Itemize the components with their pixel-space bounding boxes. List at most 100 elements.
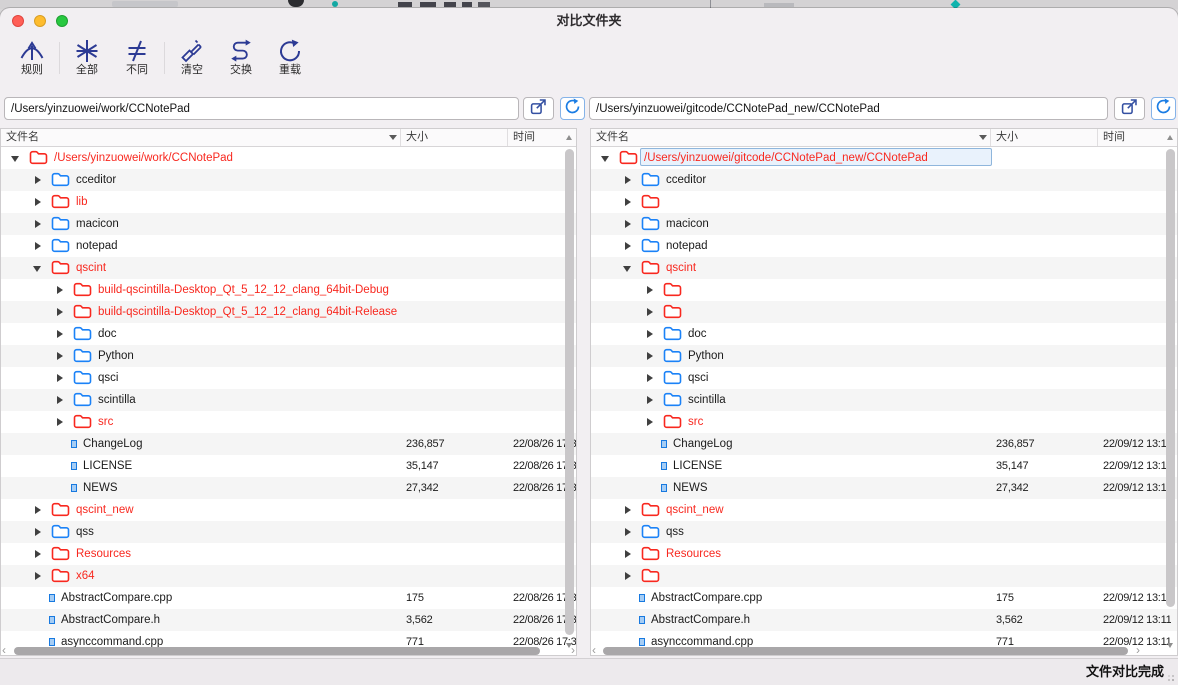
scroll-left-arrow-icon[interactable]: ‹ [592,644,596,656]
expand-arrow-icon[interactable] [647,308,653,316]
expand-arrow-icon[interactable] [35,572,41,580]
resize-grip[interactable] [1172,679,1174,681]
tree-row[interactable]: qscint [1,257,576,279]
column-header-filename[interactable]: 文件名 [591,129,991,146]
tree-row[interactable] [591,565,1177,587]
scrollbar-thumb[interactable] [565,149,574,635]
right-refresh-button[interactable] [1151,97,1176,120]
tree-row[interactable]: ChangeLog236,85722/09/12 13:11 [591,433,1177,455]
vertical-scrollbar[interactable] [1165,129,1177,655]
scrollbar-thumb[interactable] [1166,149,1175,607]
expand-arrow-icon[interactable] [35,198,41,206]
tree-row[interactable]: lib [1,191,576,213]
expand-arrow-icon[interactable] [35,528,41,536]
expand-arrow-icon[interactable] [57,418,63,426]
tree-row[interactable]: x64 [1,565,576,587]
toolbar-clear-brush-button[interactable]: 清空 [170,38,214,84]
tree-row[interactable]: qsci [1,367,576,389]
tree-row[interactable]: LICENSE35,14722/08/26 17:36 [1,455,576,477]
tree-row[interactable]: AbstractCompare.cpp17522/09/12 13:11 [591,587,1177,609]
expand-arrow-icon[interactable] [35,506,41,514]
tree-row[interactable]: build-qscintilla-Desktop_Qt_5_12_12_clan… [1,279,576,301]
tree-row[interactable] [591,279,1177,301]
scroll-up-arrow-icon[interactable] [566,135,572,140]
tree-row[interactable]: Resources [591,543,1177,565]
tree-row[interactable]: qscint [591,257,1177,279]
scroll-left-arrow-icon[interactable]: ‹ [2,644,6,656]
toolbar-reload-button[interactable]: 重载 [268,38,312,84]
right-path-input[interactable] [589,97,1108,120]
expand-arrow-icon[interactable] [647,330,653,338]
left-refresh-button[interactable] [560,97,585,120]
tree-row[interactable]: macicon [591,213,1177,235]
vertical-scrollbar[interactable] [564,129,576,655]
expand-arrow-icon[interactable] [35,176,41,184]
tree-row[interactable]: /Users/yinzuowei/work/CCNotePad [1,147,576,169]
column-header-size[interactable]: 大小 [401,129,508,146]
tree-row[interactable]: scintilla [591,389,1177,411]
expand-arrow-icon[interactable] [11,156,19,162]
tree-row[interactable]: Resources [1,543,576,565]
tree-row[interactable]: cceditor [591,169,1177,191]
tree-row[interactable]: /Users/yinzuowei/gitcode/CCNotePad_new/C… [591,147,1177,169]
tree-row[interactable]: Python [1,345,576,367]
expand-arrow-icon[interactable] [625,506,631,514]
tree-row[interactable] [591,191,1177,213]
tree-row[interactable]: scintilla [1,389,576,411]
tree-row[interactable]: cceditor [1,169,576,191]
scrollbar-thumb[interactable] [603,647,1128,655]
tree-row[interactable]: qss [1,521,576,543]
scroll-right-arrow-icon[interactable]: › [1136,644,1140,656]
expand-arrow-icon[interactable] [625,220,631,228]
expand-arrow-icon[interactable] [57,374,63,382]
tree-row[interactable]: macicon [1,213,576,235]
column-header-size[interactable]: 大小 [991,129,1098,146]
expand-arrow-icon[interactable] [57,396,63,404]
expand-arrow-icon[interactable] [601,156,609,162]
tree-row[interactable]: NEWS27,34222/09/12 13:11 [591,477,1177,499]
tree-row[interactable]: Python [591,345,1177,367]
toolbar-not-equal-button[interactable]: 不同 [115,38,159,84]
expand-arrow-icon[interactable] [625,176,631,184]
expand-arrow-icon[interactable] [33,266,41,272]
tree-row[interactable]: qscint_new [1,499,576,521]
tree-row[interactable]: ChangeLog236,85722/08/26 17:36 [1,433,576,455]
tree-row[interactable]: AbstractCompare.cpp17522/08/26 17:36 [1,587,576,609]
tree-row[interactable]: NEWS27,34222/08/26 17:36 [1,477,576,499]
tree-row[interactable]: AbstractCompare.h3,56222/08/26 17:36 [1,609,576,631]
toolbar-rule-button[interactable]: 规则 [10,38,54,84]
expand-arrow-icon[interactable] [625,198,631,206]
tree-row[interactable]: AbstractCompare.h3,56222/09/12 13:11 [591,609,1177,631]
expand-arrow-icon[interactable] [625,572,631,580]
tree-row[interactable]: qss [591,521,1177,543]
expand-arrow-icon[interactable] [35,242,41,250]
expand-arrow-icon[interactable] [647,374,653,382]
expand-arrow-icon[interactable] [647,352,653,360]
tree-row[interactable]: doc [1,323,576,345]
toolbar-select-all-button[interactable]: 全部 [65,38,109,84]
expand-arrow-icon[interactable] [647,286,653,294]
tree-row[interactable]: qsci [591,367,1177,389]
scroll-up-arrow-icon[interactable] [1167,135,1173,140]
left-path-input[interactable] [4,97,519,120]
expand-arrow-icon[interactable] [623,266,631,272]
expand-arrow-icon[interactable] [647,396,653,404]
expand-arrow-icon[interactable] [57,308,63,316]
left-horizontal-scrollbar[interactable]: ‹ › [0,646,577,657]
tree-row[interactable]: build-qscintilla-Desktop_Qt_5_12_12_clan… [1,301,576,323]
right-horizontal-scrollbar[interactable]: ‹ › [590,646,1178,657]
tree-row[interactable]: src [1,411,576,433]
left-browse-button[interactable] [523,97,554,120]
expand-arrow-icon[interactable] [35,220,41,228]
tree-row[interactable]: LICENSE35,14722/09/12 13:11 [591,455,1177,477]
tree-row[interactable]: qscint_new [591,499,1177,521]
scroll-right-arrow-icon[interactable]: › [571,644,575,656]
right-browse-button[interactable] [1114,97,1145,120]
tree-row[interactable]: doc [591,323,1177,345]
expand-arrow-icon[interactable] [625,528,631,536]
tree-row[interactable] [591,301,1177,323]
expand-arrow-icon[interactable] [57,352,63,360]
tree-row[interactable]: notepad [1,235,576,257]
tree-row[interactable]: notepad [591,235,1177,257]
expand-arrow-icon[interactable] [35,550,41,558]
